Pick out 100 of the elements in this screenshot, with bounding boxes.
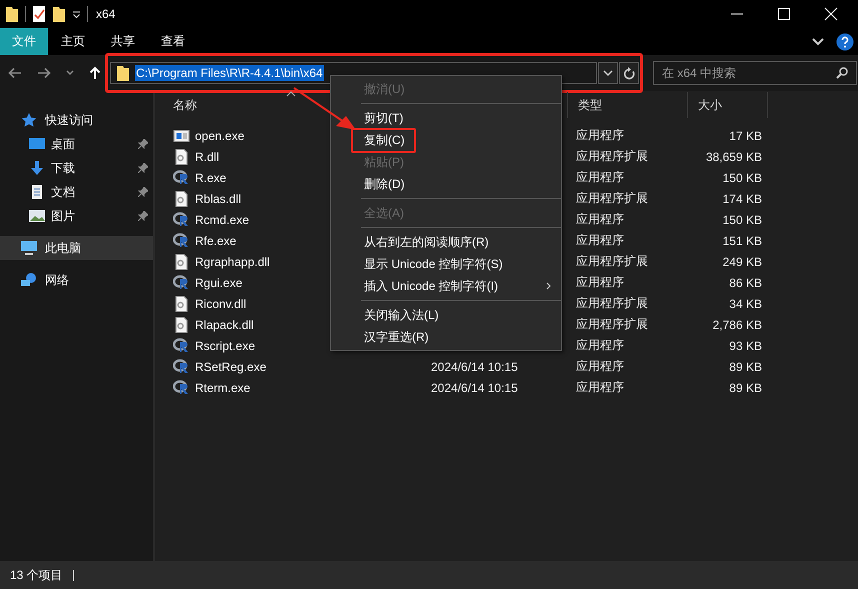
table-cell-text: 34 KB — [728, 296, 763, 310]
file-name[interactable]: Rscript.exe — [195, 338, 256, 352]
file-name[interactable]: Rlapack.dll — [195, 318, 254, 332]
table-cell-text: 89 KB — [728, 360, 763, 374]
menu-item[interactable]: 显示 Unicode 控制字符(S) — [331, 253, 561, 275]
sort-up-icon — [286, 91, 296, 97]
application-icon — [173, 128, 190, 142]
ring-app-icon — [173, 212, 190, 227]
menu-item[interactable]: 关闭输入法(L) — [331, 304, 561, 326]
ring-app-icon — [173, 359, 190, 374]
table-cell-text: 86 KB — [728, 276, 763, 290]
maximize-icon[interactable] — [777, 7, 791, 21]
table-cell-text: 应用程序扩展 — [575, 253, 649, 270]
menu-item[interactable]: 复制(C) — [331, 129, 561, 151]
menu-item[interactable]: 从右到左的阅读顺序(R) — [331, 231, 561, 253]
refresh-button[interactable] — [619, 62, 639, 84]
table-cell-text: 93 KB — [728, 338, 763, 352]
menu-item[interactable]: 删除(D) — [331, 173, 561, 195]
sidebar-item[interactable]: 快速访问 — [0, 108, 153, 132]
chevron-down-icon — [603, 70, 613, 76]
table-cell-text: 2,786 KB — [712, 318, 763, 332]
table-cell-text: 151 KB — [722, 234, 763, 248]
table-cell-text: 150 KB — [722, 212, 763, 226]
dropdown-icon[interactable] — [72, 10, 81, 18]
ring-app-icon — [173, 170, 190, 185]
dll-file-icon — [173, 296, 190, 312]
pin-icon[interactable] — [138, 139, 148, 149]
file-name[interactable]: Riconv.dll — [195, 296, 246, 310]
folder-icon[interactable] — [5, 5, 19, 23]
sidebar-item[interactable]: 图片 — [0, 204, 153, 228]
folder-icon — [116, 64, 130, 82]
table-cell-text: 150 KB — [722, 170, 763, 184]
table-cell-text: 2024/6/14 10:15 — [430, 380, 519, 394]
sidebar-item[interactable]: 文档 — [0, 180, 153, 204]
sidebar-item[interactable]: 下载 — [0, 156, 153, 180]
table-cell-text: 89 KB — [728, 380, 763, 394]
file-name[interactable]: open.exe — [195, 128, 244, 142]
table-cell-text: 应用程序 — [575, 211, 625, 228]
up-icon[interactable] — [89, 66, 101, 80]
ribbon-tab[interactable]: 主页 — [48, 28, 98, 55]
computer-icon — [20, 240, 38, 256]
back-icon[interactable] — [8, 67, 22, 79]
file-name[interactable]: Rfe.exe — [195, 234, 236, 248]
file-name[interactable]: Rgui.exe — [195, 276, 242, 290]
file-name[interactable]: R.exe — [195, 170, 226, 184]
table-cell-text: 应用程序 — [575, 379, 625, 396]
table-cell-text: 17 KB — [728, 128, 763, 142]
table-cell-text: 应用程序 — [575, 337, 625, 354]
sidebar-item[interactable]: 桌面 — [0, 132, 153, 156]
file-name[interactable]: Rcmd.exe — [195, 212, 250, 226]
star-icon — [20, 112, 38, 128]
dll-file-icon — [173, 316, 190, 332]
pin-icon[interactable] — [138, 163, 148, 173]
dll-file-icon — [173, 148, 190, 164]
help-icon[interactable] — [836, 32, 854, 50]
window-title: x64 — [96, 7, 116, 21]
sidebar-item[interactable]: 网络 — [0, 268, 153, 292]
ring-app-icon — [173, 338, 190, 353]
pin-icon[interactable] — [138, 187, 148, 197]
close-icon[interactable] — [824, 7, 838, 21]
table-cell-text: 应用程序 — [575, 358, 625, 375]
table-cell-text: 应用程序扩展 — [575, 295, 649, 312]
chevron-down-icon[interactable] — [812, 38, 824, 46]
ring-app-icon — [173, 380, 190, 395]
ring-app-icon — [173, 275, 190, 290]
sidebar-item[interactable]: 此电脑 — [0, 236, 153, 260]
download-icon — [28, 160, 46, 176]
ribbon-tab[interactable]: 查看 — [148, 28, 198, 55]
search-field[interactable]: 在 x64 中搜索 — [653, 61, 857, 85]
column-header[interactable]: 大小 — [688, 92, 768, 118]
table-cell-text: 应用程序 — [575, 169, 625, 186]
file-name[interactable]: R.dll — [195, 150, 220, 164]
file-name[interactable]: Rgraphapp.dll — [195, 254, 270, 268]
refresh-icon — [623, 66, 635, 80]
pin-icon[interactable] — [138, 211, 148, 221]
search-icon — [836, 67, 848, 79]
recent-dropdown-icon[interactable] — [66, 70, 74, 76]
table-cell-text: 174 KB — [722, 192, 763, 206]
network-icon — [20, 272, 38, 288]
file-name[interactable]: RSetReg.exe — [195, 360, 266, 374]
table-cell-text: 应用程序 — [575, 274, 625, 291]
checklist-icon[interactable] — [32, 5, 46, 23]
table-cell-text: 249 KB — [722, 254, 763, 268]
table-cell-text: 应用程序扩展 — [575, 316, 649, 333]
history-dropdown-button[interactable] — [598, 62, 618, 84]
dll-file-icon — [173, 254, 190, 270]
table-cell-text: 应用程序扩展 — [575, 148, 649, 165]
ribbon-tab[interactable]: 共享 — [98, 28, 148, 55]
table-cell-text: 应用程序 — [575, 232, 625, 249]
forward-icon[interactable] — [37, 67, 51, 79]
menu-item[interactable]: 插入 Unicode 控制字符(I) — [331, 275, 561, 297]
file-name[interactable]: Rterm.exe — [195, 380, 250, 394]
table-cell-text: 应用程序扩展 — [575, 190, 649, 207]
desktop-icon — [28, 136, 46, 152]
folder-icon[interactable] — [52, 5, 66, 23]
dll-file-icon — [173, 190, 190, 206]
table-cell-text: 38,659 KB — [704, 150, 763, 164]
menu-item[interactable]: 汉字重选(R) — [331, 326, 561, 348]
file-name[interactable]: Rblas.dll — [195, 192, 242, 206]
column-header[interactable]: 类型 — [568, 92, 688, 118]
